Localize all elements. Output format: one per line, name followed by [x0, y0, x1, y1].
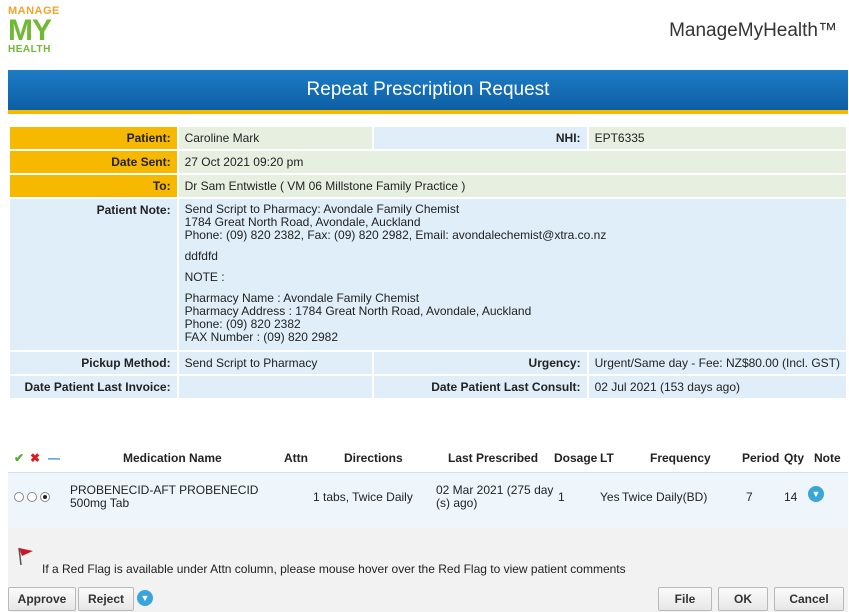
col-lt: LT — [600, 451, 614, 465]
note-line: FAX Number : (09) 820 2982 — [184, 330, 339, 344]
date-sent-value: 27 Oct 2021 09:20 pm — [178, 151, 846, 173]
approve-radio[interactable] — [14, 491, 24, 502]
bulk-options-icon[interactable]: ▼ — [137, 590, 153, 606]
col-medication-name: Medication Name — [123, 451, 222, 465]
table-row: PROBENECID-AFT PROBENECID 500mg Tab 1 ta… — [8, 472, 848, 528]
col-qty: Qty — [784, 451, 805, 465]
neutral-radio[interactable] — [40, 491, 50, 502]
chevron-down-icon: ▼ — [137, 590, 153, 606]
patient-note-value: Send Script to Pharmacy: Avondale Family… — [178, 199, 846, 350]
col-period: Period — [742, 451, 780, 465]
medication-name-line-2: 500mg Tab — [70, 496, 130, 510]
last-consult-label: Date Patient Last Consult: — [374, 376, 587, 398]
page-title: Repeat Prescription Request — [8, 70, 848, 110]
row-option-group — [14, 489, 53, 503]
reject-all-column-icon[interactable]: ✖ — [30, 451, 40, 465]
col-attn: Attn — [284, 451, 308, 465]
last-invoice-value — [178, 376, 373, 398]
nhi-value: EPT6335 — [588, 127, 846, 149]
medication-qty: 14 — [784, 490, 798, 504]
red-flag-icon — [18, 547, 33, 566]
note-line: ddfdfd — [184, 249, 218, 263]
medication-directions: 1 tabs, Twice Daily — [313, 490, 413, 504]
ok-button[interactable]: OK — [718, 587, 768, 611]
reject-radio[interactable] — [27, 491, 37, 502]
medication-dosage: 1 — [558, 490, 565, 504]
pickup-method-label: Pickup Method: — [10, 352, 177, 374]
medication-lt: Yes — [600, 490, 620, 504]
col-frequency: Frequency — [650, 451, 711, 465]
title-accent-stripe — [8, 110, 848, 114]
col-directions: Directions — [344, 451, 403, 465]
approve-all-column-icon[interactable]: ✔ — [14, 451, 24, 465]
patient-value: Caroline Mark — [178, 127, 373, 149]
brand-name: ManageMyHealth™ — [669, 20, 837, 41]
note-line — [185, 242, 840, 250]
note-line: NOTE : — [184, 270, 225, 284]
col-dosage: Dosage — [554, 451, 598, 465]
logo-line-3: HEALTH — [8, 44, 51, 55]
nhi-label: NHI: — [374, 127, 587, 149]
note-expand-icon[interactable]: ▼ — [808, 486, 824, 502]
header: MANAGE MY HEALTH ManageMyHealth™ — [0, 0, 849, 68]
patient-label: Patient: — [10, 127, 177, 149]
logo-line-2: MY — [8, 14, 52, 47]
medication-table-header: ✔ ✖ — Medication Name Attn Directions La… — [8, 447, 848, 469]
date-sent-label: Date Sent: — [10, 151, 177, 173]
col-note: Note — [814, 451, 841, 465]
medication-frequency: Twice Daily(BD) — [622, 490, 708, 504]
urgency-label: Urgency: — [374, 352, 587, 374]
urgency-value: Urgent/Same day - Fee: NZ$80.00 (Incl. G… — [588, 352, 846, 374]
chevron-down-icon: ▼ — [808, 486, 824, 502]
neutral-all-column-icon[interactable]: — — [48, 451, 60, 465]
request-info-table: Patient: Caroline Mark NHI: EPT6335 Date… — [8, 125, 848, 400]
medication-name: PROBENECID-AFT PROBENECID 500mg Tab — [70, 484, 258, 510]
red-flag-hint: If a Red Flag is available under Attn co… — [42, 562, 626, 576]
last-prescribed-line-2: (s) ago) — [436, 496, 478, 510]
managemyhealth-logo[interactable]: MANAGE MY HEALTH — [8, 6, 78, 58]
col-last-prescribed: Last Prescribed — [448, 451, 539, 465]
last-consult-value: 02 Jul 2021 (153 days ago) — [588, 376, 846, 398]
approve-all-button[interactable]: Approve All — [8, 587, 76, 611]
pickup-method-value: Send Script to Pharmacy — [178, 352, 373, 374]
reject-all-button[interactable]: Reject All — [78, 587, 134, 611]
cancel-button[interactable]: Cancel — [774, 587, 844, 611]
last-invoice-label: Date Patient Last Invoice: — [10, 376, 177, 398]
note-line: Phone: (09) 820 2382, Fax: (09) 820 2982… — [184, 228, 607, 242]
file-button[interactable]: File — [658, 587, 712, 611]
medication-last-prescribed: 02 Mar 2021 (275 day (s) ago) — [436, 484, 553, 510]
to-label: To: — [10, 175, 177, 197]
patient-note-label: Patient Note: — [10, 199, 177, 350]
medication-period: 7 — [746, 490, 753, 504]
to-value: Dr Sam Entwistle ( VM 06 Millstone Famil… — [178, 175, 846, 197]
note-line — [185, 263, 840, 271]
